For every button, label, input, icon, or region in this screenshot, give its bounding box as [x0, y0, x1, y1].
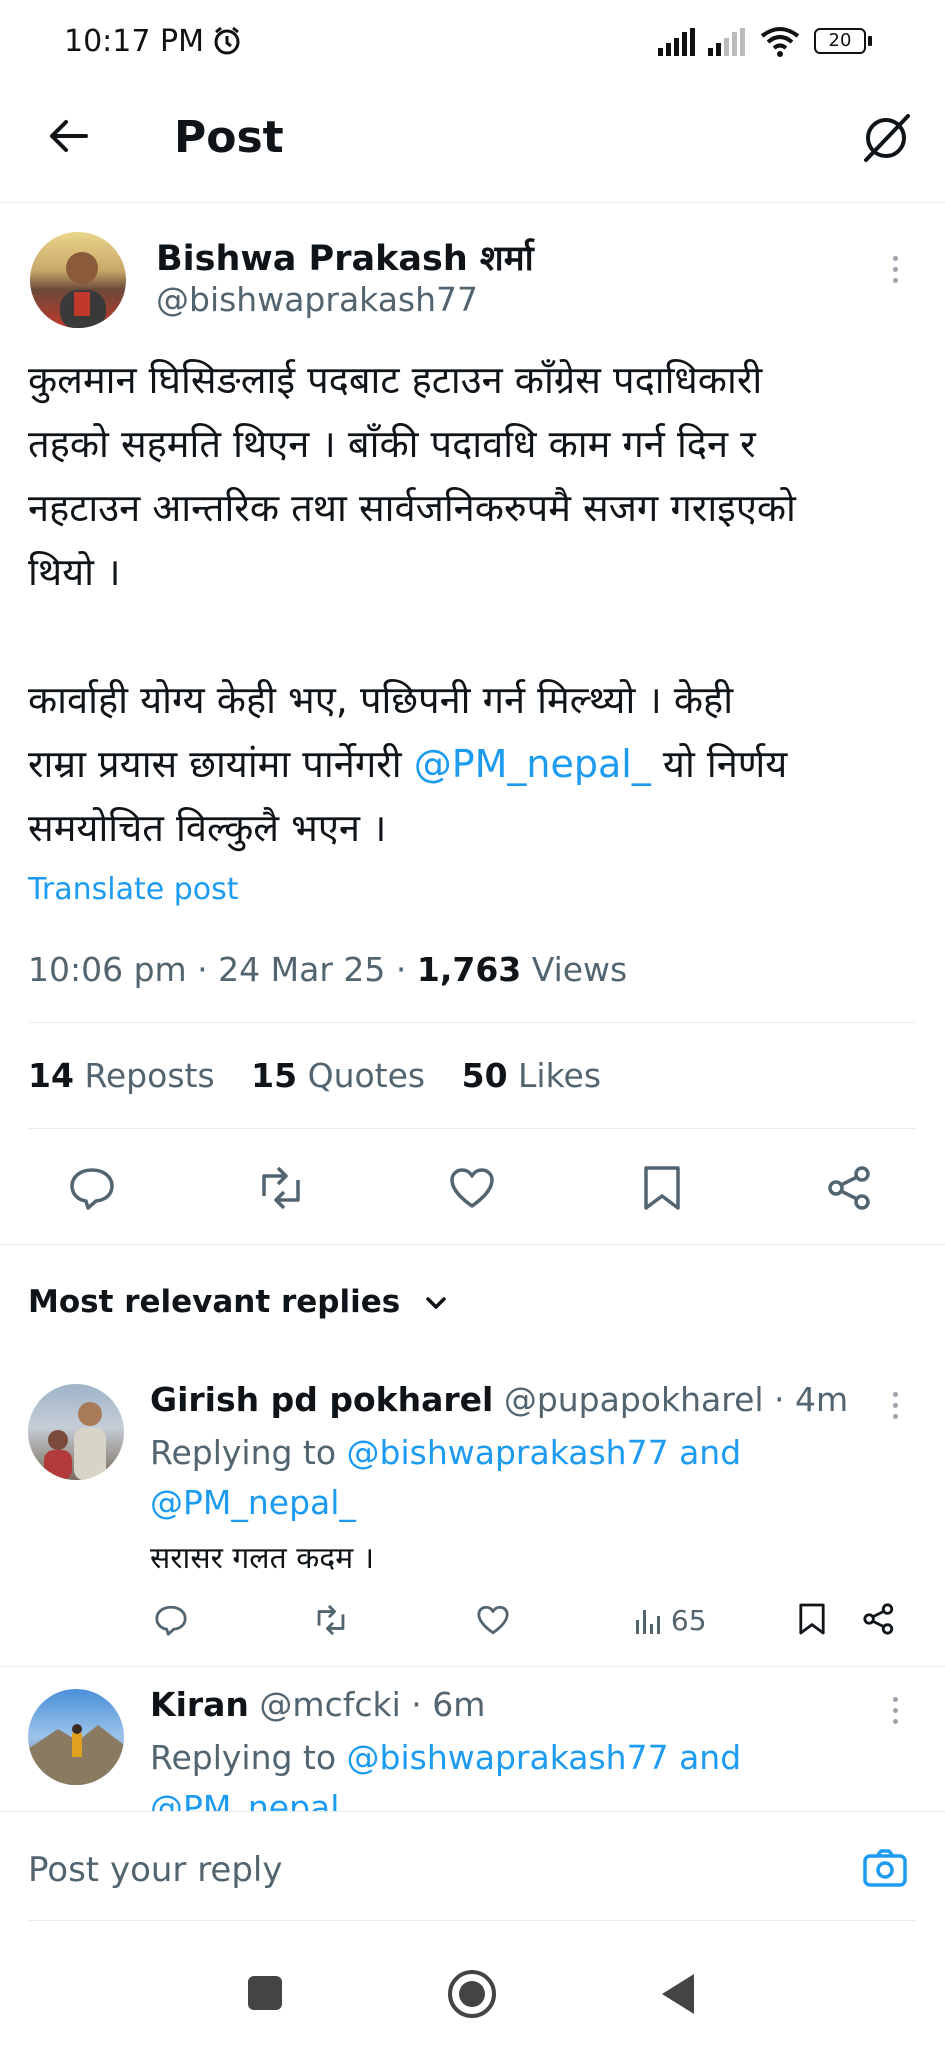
post-more-icon[interactable] — [893, 256, 899, 289]
replying-mention-1[interactable]: @bishwaprakash77 — [347, 1433, 669, 1472]
reposts-count: 14 — [28, 1056, 74, 1095]
post-meta: 10:06 pm · 24 Mar 25 · 1,763 Views — [28, 950, 627, 989]
reposts-stat[interactable]: 14 Reposts — [28, 1056, 215, 1095]
chevron-down-icon — [425, 1296, 447, 1312]
replies-filter[interactable]: Most relevant replies — [28, 1284, 447, 1320]
views-icon — [634, 1608, 662, 1636]
likes-count: 50 — [461, 1056, 508, 1095]
reply-like-icon[interactable] — [476, 1604, 510, 1636]
recent-apps-button[interactable] — [248, 1976, 282, 2010]
reply-author-name[interactable]: Kiran — [150, 1685, 249, 1724]
post-timestamp: 10:06 pm · 24 Mar 25 · — [28, 950, 417, 989]
reply-header: Girish pd pokharel @pupapokharel · 4m — [150, 1380, 848, 1419]
mention-link[interactable]: @PM_nepal_ — [414, 742, 651, 786]
reply-views-count: 65 — [670, 1604, 707, 1637]
post-text-segment: राम्रा प्रयास छायांमा पार्नेगरी — [28, 742, 414, 786]
replying-and[interactable]: and — [669, 1738, 741, 1777]
status-time: 10:17 PM — [64, 24, 204, 59]
author-avatar[interactable] — [30, 232, 126, 328]
reply-bookmark-icon[interactable] — [798, 1602, 826, 1636]
share-icon[interactable] — [826, 1164, 874, 1212]
reply-author-handle[interactable]: @pupapokharel · 4m — [504, 1380, 848, 1419]
repost-icon[interactable] — [254, 1166, 308, 1210]
reply-icon[interactable] — [68, 1166, 116, 1210]
reposts-label: Reposts — [84, 1056, 215, 1095]
back-button[interactable] — [658, 1972, 696, 2016]
author-name[interactable]: Bishwa Prakash शर्मा — [156, 234, 534, 281]
battery-tip — [868, 36, 872, 46]
post-text-line: तहको सहमति थिएन । बाँकी पदावधि काम गर्न … — [28, 422, 756, 466]
alarm-icon — [212, 26, 242, 56]
top-nav: Post — [0, 100, 945, 200]
replying-mention-2[interactable]: @PM_nepal_ — [150, 1783, 741, 1811]
battery-icon: 20 — [814, 28, 866, 54]
reply-input-placeholder[interactable]: Post your reply — [28, 1850, 283, 1890]
system-nav-bar — [0, 1922, 945, 2048]
page-title: Post — [174, 112, 284, 163]
reply-avatar[interactable] — [28, 1689, 124, 1785]
back-arrow-icon[interactable] — [46, 114, 90, 158]
reply-2-clip: Kiran @mcfcki · 6m Replying to @bishwapr… — [0, 1667, 945, 1811]
wifi-icon — [760, 26, 800, 58]
composer-divider — [28, 1920, 916, 1921]
signal-2-icon — [708, 28, 752, 56]
signal-icon — [658, 28, 702, 56]
header-divider — [0, 202, 945, 203]
reply-replying-to: Replying to @bishwaprakash77 and @PM_nep… — [150, 1733, 741, 1811]
views-label: Views — [521, 950, 628, 989]
reply-author-name[interactable]: Girish pd pokharel — [150, 1380, 493, 1419]
post-text-segment: यो निर्णय — [650, 742, 788, 786]
grok-icon[interactable] — [858, 110, 914, 166]
reply-author-handle[interactable]: @mcfcki · 6m — [259, 1685, 485, 1724]
post-stats: 14 Reposts 15 Quotes 50 Likes — [28, 1056, 601, 1095]
likes-stat[interactable]: 50 Likes — [462, 1056, 601, 1095]
replying-mention-2[interactable]: @PM_nepal_ — [150, 1478, 741, 1528]
reply-composer[interactable]: Post your reply — [0, 1812, 945, 1922]
likes-label: Likes — [518, 1056, 602, 1095]
replying-mention-1[interactable]: @bishwaprakash77 — [347, 1738, 669, 1777]
replying-and[interactable]: and — [669, 1433, 741, 1472]
replies-filter-label: Most relevant replies — [28, 1284, 401, 1320]
quotes-label: Quotes — [307, 1056, 426, 1095]
quotes-count: 15 — [251, 1056, 298, 1095]
post-text-line: समयोचित विल्कुलै भएन । — [28, 806, 387, 850]
reply-repost-icon[interactable] — [312, 1604, 350, 1636]
reply-header: Kiran @mcfcki · 6m — [150, 1685, 485, 1724]
bookmark-icon[interactable] — [642, 1164, 682, 1212]
actions-divider — [0, 1244, 945, 1245]
post-text: कुलमान घिसिङलाई पदबाट हटाउन काँग्रेस पदा… — [28, 348, 928, 860]
replying-prefix: Replying to — [150, 1738, 347, 1777]
status-bar: 10:17 PM 20 — [0, 0, 945, 80]
post-text-line: राम्रा प्रयास छायांमा पार्नेगरी @PM_nepa… — [28, 732, 928, 796]
views-count: 1,763 — [416, 950, 522, 989]
post-text-line: कार्वाही योग्य केही भए, पछिपनी गर्न मिल्… — [28, 678, 734, 722]
reply-more-icon[interactable] — [893, 1697, 899, 1730]
reply-views[interactable]: 65 — [634, 1604, 707, 1637]
quotes-stat[interactable]: 15 Quotes — [251, 1056, 425, 1095]
reply-text: सरासर गलत कदम । — [150, 1541, 375, 1576]
replying-prefix: Replying to — [150, 1433, 347, 1472]
meta-divider — [28, 1022, 916, 1023]
post-text-line: थियो । — [28, 550, 121, 594]
translate-link[interactable]: Translate post — [28, 872, 239, 907]
like-icon[interactable] — [448, 1166, 496, 1210]
reply-more-icon[interactable] — [893, 1392, 899, 1425]
stats-divider — [28, 1128, 916, 1129]
reply-replying-to: Replying to @bishwaprakash77 and @PM_nep… — [150, 1428, 741, 1528]
reply-avatar[interactable] — [28, 1384, 124, 1480]
reply-reply-icon[interactable] — [154, 1604, 188, 1636]
post-text-line: नहटाउन आन्तरिक तथा सार्वजनिकरुपमै सजग गर… — [28, 486, 796, 530]
camera-icon[interactable] — [862, 1848, 908, 1888]
author-handle[interactable]: @bishwaprakash77 — [156, 280, 478, 319]
post-text-line: कुलमान घिसिङलाई पदबाट हटाउन काँग्रेस पदा… — [28, 358, 763, 402]
home-button[interactable] — [446, 1968, 498, 2020]
reply-share-icon[interactable] — [862, 1602, 896, 1636]
